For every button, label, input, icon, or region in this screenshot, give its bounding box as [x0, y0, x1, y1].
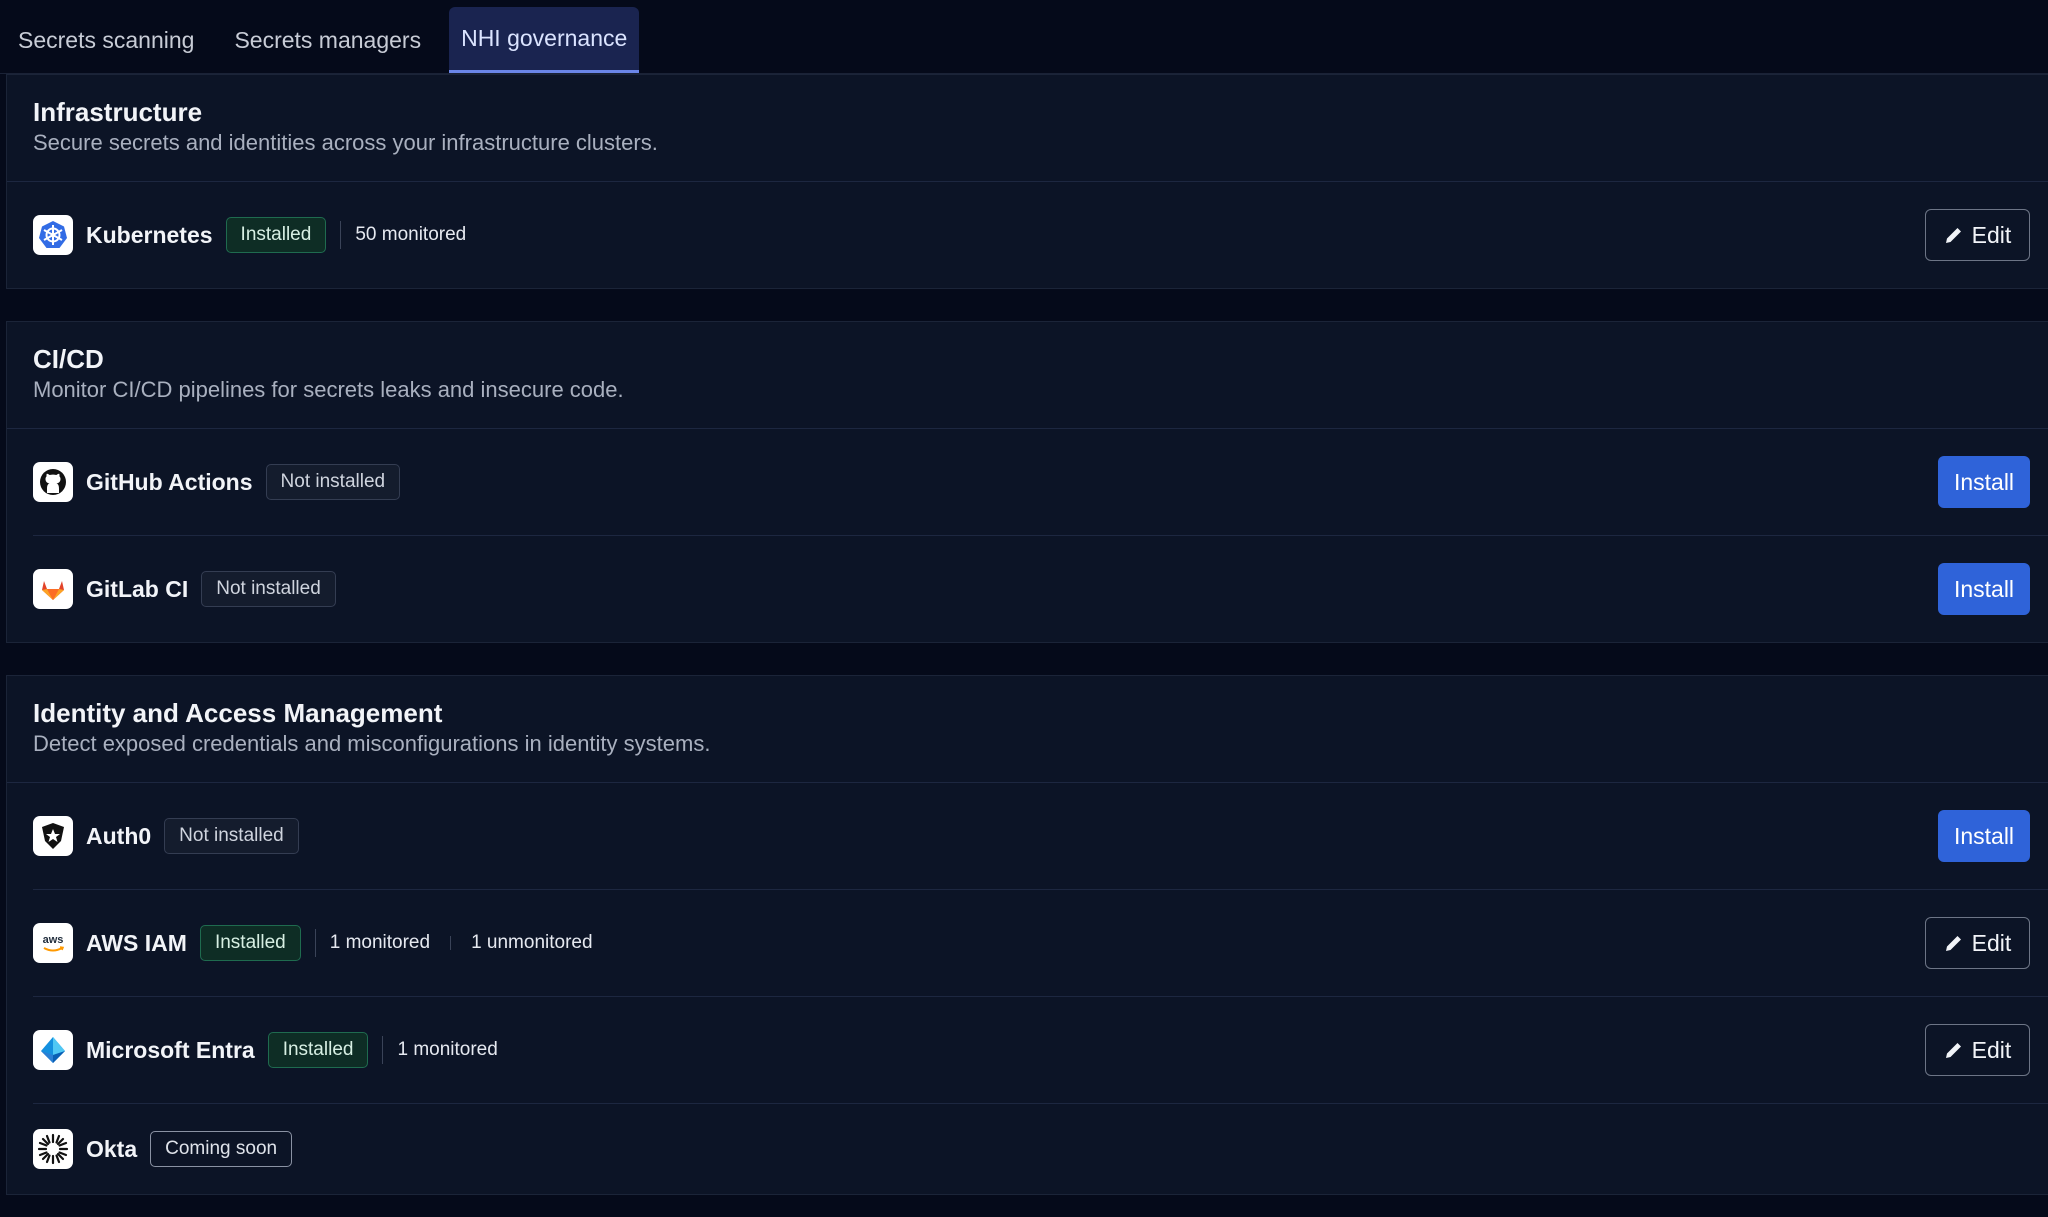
unmonitored-count: 1 unmonitored	[471, 932, 593, 953]
section-iam: Identity and Access Management Detect ex…	[6, 675, 2048, 1195]
integration-row-aws-iam: aws AWS IAM Installed 1 monitored 1 unmo…	[33, 890, 2048, 997]
integration-row-auth0: Auth0 Not installed Install	[33, 783, 2048, 890]
status-badge: Not installed	[201, 571, 336, 607]
integration-row-kubernetes: Kubernetes Installed 50 monitored Edit	[33, 182, 2048, 288]
section-infrastructure: Infrastructure Secure secrets and identi…	[6, 74, 2048, 289]
integration-row-okta: Okta Coming soon	[33, 1104, 2048, 1194]
tab-nhi-governance[interactable]: NHI governance	[449, 7, 640, 73]
integration-name: GitLab CI	[86, 575, 189, 602]
section-description: Secure secrets and identities across you…	[33, 130, 658, 155]
divider	[340, 221, 342, 249]
status-badge: Not installed	[265, 464, 401, 500]
edit-label: Edit	[1971, 1036, 2012, 1063]
kubernetes-icon	[33, 215, 73, 255]
status-badge: Coming soon	[150, 1131, 293, 1167]
edit-button[interactable]: Edit	[1925, 209, 2030, 261]
monitored-count: 50 monitored	[355, 224, 467, 245]
status-badge: Not installed	[164, 818, 299, 854]
section-header: Identity and Access Management Detect ex…	[7, 676, 2048, 783]
tab-secrets-scanning[interactable]: Secrets scanning	[6, 7, 206, 73]
tab-bar: Secrets scanning Secrets managers NHI go…	[0, 0, 2048, 74]
auth0-icon	[33, 816, 73, 856]
status-badge: Installed	[225, 217, 327, 253]
install-button[interactable]: Install	[1938, 563, 2030, 615]
section-title: CI/CD	[33, 344, 104, 374]
monitored-count: 1 monitored	[397, 1039, 498, 1060]
status-badge: Installed	[199, 925, 301, 961]
integration-name: Kubernetes	[86, 221, 213, 248]
aws-logo-text: aws	[43, 934, 64, 946]
divider	[314, 929, 316, 957]
section-cicd: CI/CD Monitor CI/CD pipelines for secret…	[6, 321, 2048, 643]
edit-label: Edit	[1971, 221, 2012, 248]
integration-name: Okta	[86, 1135, 138, 1162]
section-description: Monitor CI/CD pipelines for secrets leak…	[33, 377, 624, 402]
integration-row-gitlab-ci: GitLab CI Not installed Install	[33, 536, 2048, 642]
edit-button[interactable]: Edit	[1925, 917, 2030, 969]
microsoft-entra-icon	[33, 1030, 73, 1070]
integration-name: Auth0	[86, 822, 152, 849]
github-icon	[33, 462, 73, 502]
monitored-count: 1 monitored	[329, 932, 431, 953]
section-header: CI/CD Monitor CI/CD pipelines for secret…	[7, 322, 2048, 429]
integration-row-github-actions: GitHub Actions Not installed Install	[33, 429, 2048, 536]
tab-secrets-managers[interactable]: Secrets managers	[222, 7, 433, 73]
section-title: Infrastructure	[33, 97, 203, 127]
pencil-icon	[1945, 1043, 1961, 1058]
section-title: Identity and Access Management	[33, 698, 443, 728]
aws-icon: aws	[33, 923, 73, 963]
integration-name: GitHub Actions	[86, 468, 253, 495]
pencil-icon	[1945, 228, 1961, 243]
install-button[interactable]: Install	[1938, 810, 2030, 862]
section-header: Infrastructure Secure secrets and identi…	[7, 75, 2048, 182]
edit-label: Edit	[1971, 929, 2012, 956]
section-description: Detect exposed credentials and misconfig…	[33, 731, 711, 756]
status-badge: Installed	[267, 1032, 369, 1068]
integration-row-microsoft-entra: Microsoft Entra Installed 1 monitored Ed…	[33, 997, 2048, 1104]
edit-button[interactable]: Edit	[1925, 1024, 2030, 1076]
okta-icon	[33, 1129, 73, 1169]
integration-name: Microsoft Entra	[86, 1036, 255, 1063]
pencil-icon	[1945, 936, 1961, 951]
divider	[450, 936, 452, 950]
install-button[interactable]: Install	[1938, 456, 2030, 508]
gitlab-icon	[33, 569, 73, 609]
divider	[382, 1036, 384, 1064]
integration-name: AWS IAM	[86, 929, 187, 956]
